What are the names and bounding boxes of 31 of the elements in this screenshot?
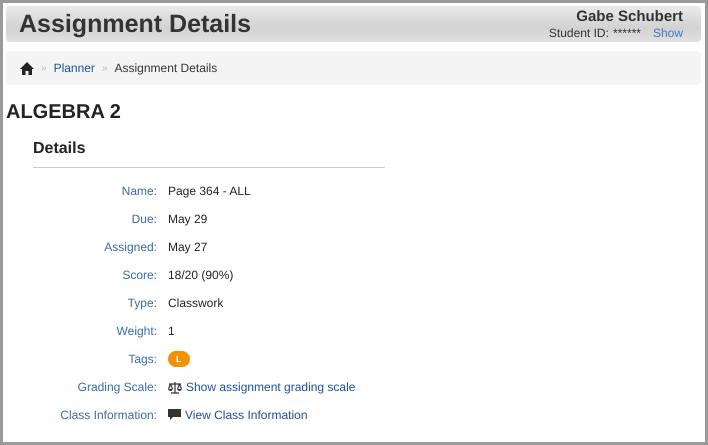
field-label: Score: xyxy=(121,267,157,284)
breadcrumb-separator: » xyxy=(41,62,47,74)
balance-scale-icon xyxy=(168,380,182,394)
field-value: Classwork xyxy=(168,296,224,310)
field-label: Weight: xyxy=(116,323,157,340)
student-id-value: ****** xyxy=(612,26,641,40)
field-label: Due: xyxy=(130,211,157,228)
field-value: May 27 xyxy=(168,240,208,254)
field-label: Tags: xyxy=(127,351,157,368)
grading-scale-link[interactable]: Show assignment grading scale xyxy=(186,380,356,394)
student-name: Gabe Schubert xyxy=(575,8,683,25)
breadcrumb-separator: » xyxy=(102,62,108,74)
page-title: Assignment Details xyxy=(19,10,252,38)
field-value: Page 364 - ALL xyxy=(168,184,251,198)
tag-badge: L xyxy=(168,351,190,367)
field-value: 18/20 (90%) xyxy=(168,268,234,282)
field-label: Grading Scale: xyxy=(76,379,157,396)
speech-bubble-icon xyxy=(168,409,181,421)
home-icon[interactable] xyxy=(20,62,34,74)
field-label: Class Information: xyxy=(59,407,157,424)
field-value: 1 xyxy=(168,324,175,338)
field-value: May 29 xyxy=(168,212,208,226)
field-label: Assigned: xyxy=(103,239,157,256)
section-heading: Details xyxy=(33,140,385,168)
field-label: Type: xyxy=(126,295,157,312)
student-id-label: Student ID: xyxy=(548,26,609,40)
course-title: ALGEBRA 2 xyxy=(6,101,122,124)
breadcrumb-current: Assignment Details xyxy=(114,61,218,75)
class-info-link[interactable]: View Class Information xyxy=(185,408,308,422)
breadcrumb-link[interactable]: Planner xyxy=(54,61,95,75)
field-label: Name: xyxy=(120,183,157,200)
